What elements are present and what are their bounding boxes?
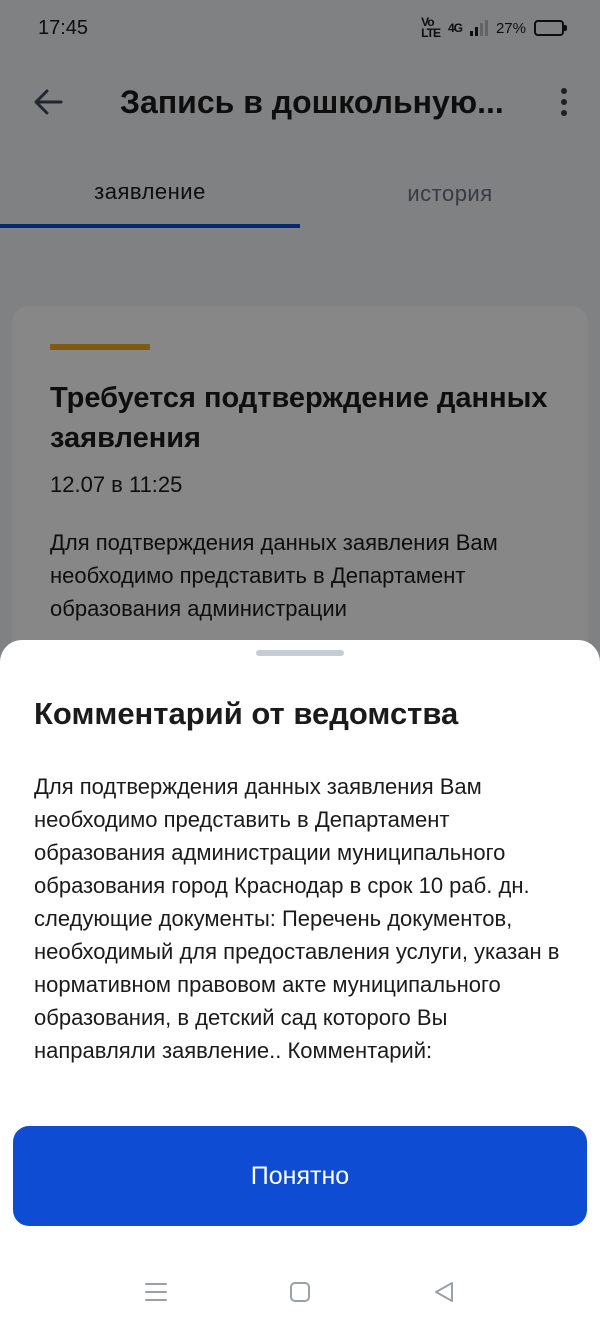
comment-bottom-sheet: Комментарий от ведомства Для подтвержден…: [0, 640, 600, 1332]
ok-button[interactable]: Понятно: [13, 1126, 587, 1226]
triangle-back-icon: [435, 1282, 453, 1302]
square-home-icon: [290, 1282, 310, 1302]
sheet-comment-text: Для подтверждения данных заявления Вам н…: [34, 774, 560, 1063]
system-nav-bar: [0, 1250, 600, 1332]
home-button[interactable]: [280, 1272, 320, 1312]
sheet-title: Комментарий от ведомства: [34, 696, 459, 731]
system-back-button[interactable]: [424, 1272, 464, 1312]
menu-lines-icon: [145, 1283, 167, 1301]
recents-button[interactable]: [136, 1272, 176, 1312]
sheet-drag-handle[interactable]: [256, 650, 344, 656]
